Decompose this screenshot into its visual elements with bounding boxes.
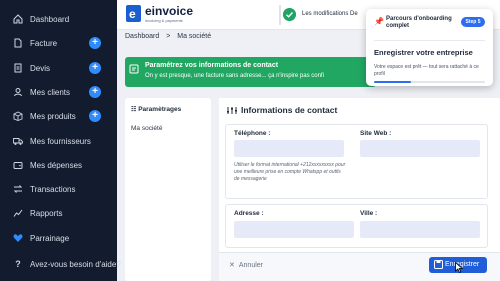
sidebar-item-help[interactable]: ? Avez-vous besoin d'aide? (0, 256, 121, 272)
settings-panel: ☷ Paramètrages Ma société (125, 98, 211, 281)
info-banner: Paramétrez vos informations de contact O… (125, 57, 376, 87)
pin-icon: 📌 (374, 17, 384, 26)
heart-icon (13, 234, 23, 242)
sidebar-item-produits[interactable]: Mes produits + (0, 108, 117, 124)
truck-icon (13, 138, 23, 145)
sidebar-item-label: Facture (30, 39, 58, 48)
website-input[interactable] (360, 140, 480, 157)
close-icon: ✕ (229, 262, 235, 269)
onboarding-title: Enregistrer votre entreprise (374, 48, 473, 57)
user-icon (14, 88, 22, 97)
sidebar-item-label: Mes clients (30, 88, 71, 97)
breadcrumb-current: Ma société (177, 33, 212, 40)
document-icon (14, 63, 22, 73)
step-badge: Step 5 (461, 17, 485, 27)
settings-title: ☷ Paramètrages (131, 106, 181, 113)
breadcrumb-root[interactable]: Dashboard (125, 33, 159, 40)
city-label: Ville : (360, 210, 378, 217)
website-label: Site Web : (360, 130, 392, 137)
sidebar: Dashboard Facture + Devis + Mes clients … (0, 0, 121, 281)
sidebar-item-dashboard[interactable]: Dashboard (0, 11, 117, 27)
save-icon (434, 260, 443, 269)
sliders-icon: ☷ (131, 107, 137, 113)
sidebar-item-rapports[interactable]: Rapports (0, 205, 117, 221)
check-circle-icon (283, 8, 296, 21)
brand-tagline: invoicing & payments (145, 18, 183, 23)
address-input[interactable] (234, 221, 354, 238)
document-edit-icon (129, 64, 139, 74)
banner-title: Paramétrez vos informations de contact (145, 62, 279, 69)
divider (279, 5, 281, 25)
add-client-button[interactable]: + (89, 86, 101, 98)
add-facture-button[interactable]: + (89, 37, 101, 49)
onboarding-popup: 📌 Parcours d'onboarding complet Step 5 E… (366, 9, 493, 86)
address-city-card: Adresse : Ville : (225, 204, 488, 248)
contact-title: Informations de contact (241, 105, 338, 115)
popup-divider (374, 40, 485, 41)
home-icon (13, 14, 23, 24)
settings-item-ma-societe[interactable]: Ma société (131, 125, 162, 132)
wallet-icon (13, 162, 23, 169)
phone-input[interactable] (234, 140, 344, 157)
breadcrumb-separator: > (166, 33, 171, 40)
settings-title-label: Paramètrages (138, 106, 182, 113)
sidebar-item-label: Devis (30, 64, 51, 73)
sidebar-item-fournisseurs[interactable]: Mes fournisseurs (0, 133, 117, 149)
sliders-icon (227, 107, 237, 114)
sidebar-item-parrainage[interactable]: Parrainage (0, 230, 117, 246)
city-input[interactable] (360, 221, 480, 238)
cancel-button[interactable]: ✕ Annuler (229, 261, 263, 269)
sidebar-item-label: Mes dépenses (30, 161, 83, 170)
banner-subtitle: On y est presque, une facture sans adres… (145, 73, 324, 79)
breadcrumb: Dashboard > Ma société (125, 33, 211, 40)
sidebar-item-label: Avez-vous besoin d'aide? (30, 260, 121, 269)
phone-label: Téléphone : (234, 130, 271, 137)
sidebar-item-label: Dashboard (30, 15, 70, 24)
logo-letter: e (129, 7, 136, 21)
sidebar-item-devis[interactable]: Devis + (0, 60, 117, 76)
sidebar-item-clients[interactable]: Mes clients + (0, 84, 117, 100)
address-label: Adresse : (234, 210, 264, 217)
sidebar-item-transactions[interactable]: Transactions (0, 181, 117, 197)
mouse-cursor-icon (455, 262, 463, 273)
onboarding-progress-bar (374, 81, 485, 83)
onboarding-description: Votre espace est prêt — tout sera rattac… (374, 64, 479, 77)
help-icon: ? (15, 259, 21, 269)
logo[interactable]: e (126, 5, 141, 22)
chart-icon (13, 209, 23, 217)
file-icon (14, 38, 22, 48)
sidebar-item-depenses[interactable]: Mes dépenses (0, 157, 117, 173)
sidebar-item-label: Mes fournisseurs (30, 137, 91, 146)
sidebar-item-label: Rapports (30, 209, 63, 218)
onboarding-heading: Parcours d'onboarding complet (386, 16, 452, 29)
sidebar-item-label: Transactions (30, 185, 76, 194)
sidebar-item-facture[interactable]: Facture + (0, 35, 117, 51)
add-produit-button[interactable]: + (89, 110, 101, 122)
exchange-icon (13, 185, 23, 193)
sidebar-item-label: Mes produits (30, 112, 76, 121)
brand-name: einvoice (145, 4, 194, 18)
phone-help: Utiliser le format international +212xxx… (234, 162, 346, 182)
cancel-label: Annuler (238, 262, 264, 269)
box-icon (13, 111, 23, 121)
phone-website-card: Téléphone : Utiliser le format internati… (225, 124, 488, 199)
onboarding-progress-fill (374, 81, 411, 83)
sidebar-item-label: Parrainage (30, 234, 70, 243)
add-devis-button[interactable]: + (89, 62, 101, 74)
toast-message: Les modifications De (302, 11, 358, 17)
